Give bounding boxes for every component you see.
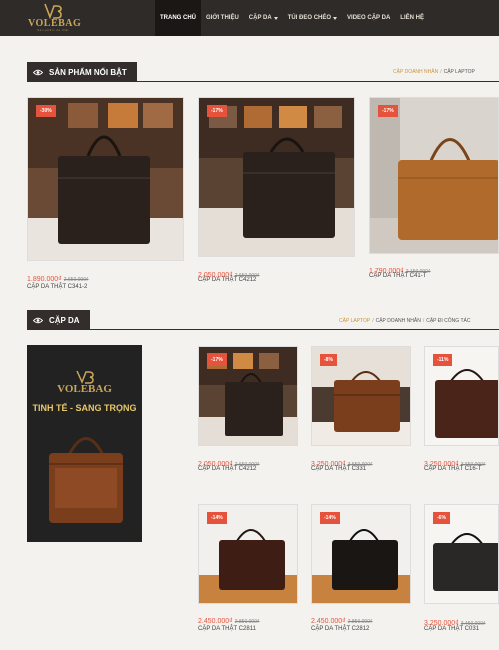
discount-badge: -17% xyxy=(207,105,227,117)
eye-icon xyxy=(33,317,43,323)
product-image[interactable]: -11% xyxy=(424,346,499,446)
product-name[interactable]: Cặp da thật C41-T xyxy=(369,273,426,279)
logo-tagline: Sản phẩm da thật xyxy=(37,28,69,32)
product-name[interactable]: Cặp da thật C16-T xyxy=(424,466,481,472)
product-card[interactable]: -6% 3.250.000₫ 3.450.000₫ Cặp da thật C03… xyxy=(424,504,499,639)
nav-label: Liên hệ xyxy=(400,15,424,21)
discount-badge: -8% xyxy=(320,354,337,366)
nav-label: Giới thiệu xyxy=(206,15,239,21)
site-header: VOLEBAG Sản phẩm da thật Trang chủ Giới … xyxy=(0,0,499,36)
product-image[interactable]: -14% xyxy=(311,504,411,604)
sale-price: 1.890.000₫ xyxy=(27,276,62,283)
sale-price: 2.450.000₫ xyxy=(311,618,346,625)
product-image[interactable]: -17% xyxy=(198,346,298,446)
link-separator: / xyxy=(372,318,374,324)
featured-section-title: Sản phẩm nổi bật xyxy=(27,62,137,82)
category-link-business[interactable]: Cặp doanh nhân xyxy=(376,318,421,324)
promo-banner[interactable]: VOLEBAG TINH TẾ - SANG TRỌNG xyxy=(27,345,142,542)
discount-badge: -17% xyxy=(207,354,227,366)
section-title-text: Sản phẩm nổi bật xyxy=(49,67,127,77)
section-title-text: Cặp da xyxy=(49,315,80,325)
nav-item-bags[interactable]: Cặp da xyxy=(244,0,283,36)
nav-label: Túi đeo chéo xyxy=(287,15,332,21)
bag-photo xyxy=(199,98,354,256)
nav-item-about[interactable]: Giới thiệu xyxy=(201,0,244,36)
product-image[interactable]: -17% xyxy=(369,97,499,254)
nav-item-video[interactable]: Video cặp da xyxy=(342,0,395,36)
product-card[interactable]: -11% 3.250.000₫ 3.650.000₫ Cặp da thật C1… xyxy=(424,346,499,476)
discount-badge: -6% xyxy=(433,512,450,524)
discount-badge: -11% xyxy=(433,354,453,366)
link-separator: / xyxy=(422,318,425,324)
category-link-business[interactable]: Cặp doanh nhân xyxy=(393,69,438,75)
discount-badge: -14% xyxy=(207,512,227,524)
nav-label: Trang chủ xyxy=(160,15,196,21)
product-card[interactable]: -8% 3.250.000₫ 3.550.000₫ Cặp da thật C33… xyxy=(311,346,411,476)
category-link-travel[interactable]: Cặp đi công tác xyxy=(426,318,470,324)
nav-label: Video cặp da xyxy=(347,15,391,21)
product-name[interactable]: Cặp da thật C4212 xyxy=(198,277,256,283)
discount-badge: -17% xyxy=(378,105,398,117)
banner-brand: VOLEBAG xyxy=(57,383,112,395)
logo-mark-icon xyxy=(44,3,62,19)
nav-item-home[interactable]: Trang chủ xyxy=(155,0,201,36)
product-image[interactable]: -6% xyxy=(424,504,499,604)
bag-photo xyxy=(28,98,183,260)
product-image[interactable]: -17% xyxy=(198,97,355,257)
bag-photo xyxy=(370,98,498,253)
nav-item-crossbody[interactable]: Túi đeo chéo xyxy=(283,0,342,36)
product-image[interactable]: -14% xyxy=(198,504,298,604)
eye-icon xyxy=(33,69,43,75)
category-link-laptop[interactable]: Cặp laptop xyxy=(444,69,475,75)
featured-category-links: Cặp doanh nhân / Cặp laptop xyxy=(393,69,475,75)
product-name[interactable]: Cặp da thật C2812 xyxy=(311,626,369,632)
product-image[interactable]: -30% xyxy=(27,97,184,261)
sale-price: 2.450.000₫ xyxy=(198,618,233,625)
bags-category-links: Cặp laptop / Cặp doanh nhân / Cặp đi công tá… xyxy=(339,318,470,324)
product-name[interactable]: Cặp da thật C2811 xyxy=(198,626,256,632)
nav-label: Cặp da xyxy=(248,15,272,21)
banner-slogan: TINH TẾ - SANG TRỌNG xyxy=(32,403,137,413)
site-logo[interactable]: VOLEBAG Sản phẩm da thật xyxy=(28,3,81,33)
product-card[interactable]: -17% 1.790.000₫ 2.150.000₫ Cặp da thật C4… xyxy=(369,97,499,282)
product-image[interactable]: -8% xyxy=(311,346,411,446)
product-name[interactable]: Cặp da thật C031 xyxy=(424,626,479,632)
chevron-down-icon xyxy=(333,16,338,20)
product-card[interactable]: -17% 2.050.000₫ 2.650.000₫ Cặp da thật C4… xyxy=(198,97,355,297)
chevron-down-icon xyxy=(273,16,278,20)
main-nav: Trang chủ Giới thiệu Cặp da Túi đeo chéo… xyxy=(155,0,429,36)
discount-badge: -14% xyxy=(320,512,340,524)
original-price: 2.650.000₫ xyxy=(63,277,89,283)
section-divider xyxy=(27,81,499,82)
category-link-laptop[interactable]: Cặp laptop xyxy=(339,318,370,324)
product-card[interactable]: -14% 2.450.000₫ 2.850.000₫ Cặp da thật C2… xyxy=(198,504,298,639)
product-card[interactable]: -30% 1.890.000₫ 2.650.000₫ Cặp da thật C3… xyxy=(27,97,184,297)
original-price: 2.850.000₫ xyxy=(347,619,373,625)
product-name[interactable]: Cặp da thật C4212 xyxy=(198,466,256,472)
section-divider xyxy=(27,329,499,330)
logo-mark-icon xyxy=(76,370,94,384)
nav-item-contact[interactable]: Liên hệ xyxy=(395,0,429,36)
product-card[interactable]: -17% 2.050.000₫ 2.650.000₫ Cặp da thật C4… xyxy=(198,346,298,476)
original-price: 2.850.000₫ xyxy=(234,619,260,625)
product-card[interactable]: -14% 2.450.000₫ 2.850.000₫ Cặp da thật C2… xyxy=(311,504,411,639)
banner-bag-image xyxy=(49,437,123,523)
link-separator: / xyxy=(440,69,442,75)
bags-section-title: Cặp da xyxy=(27,310,90,330)
product-name[interactable]: Cặp da thật C331 xyxy=(311,466,366,472)
product-name[interactable]: Cặp da thật C341-2 xyxy=(27,284,87,290)
discount-badge: -30% xyxy=(36,105,56,117)
